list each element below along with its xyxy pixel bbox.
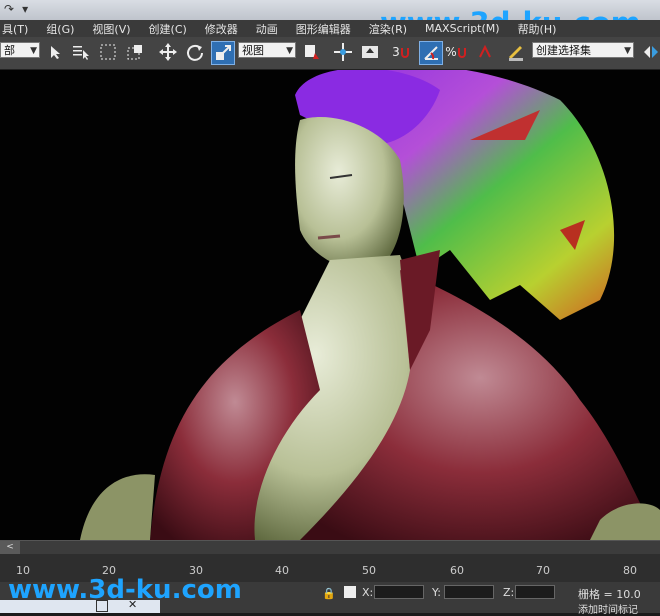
- chevron-down-icon: ▼: [624, 46, 631, 56]
- character-render: [80, 70, 660, 540]
- mirror-icon[interactable]: [640, 41, 660, 63]
- window-crossing-icon[interactable]: [124, 41, 146, 63]
- reference-coordinate-value: 视图: [242, 44, 264, 57]
- selection-filter-value: 部: [4, 44, 15, 57]
- x-label: X:: [362, 586, 374, 599]
- title-bar: ↷ ▾ www.3d-ku.com: [0, 0, 660, 40]
- y-label: Y:: [432, 586, 441, 599]
- spinner-snap-icon[interactable]: [474, 41, 496, 63]
- quick-access-toolbar: ↷ ▾: [4, 2, 28, 16]
- time-slider[interactable]: <: [0, 540, 660, 555]
- snaps-toggle[interactable]: 3: [390, 41, 412, 63]
- menu-maxscript[interactable]: MAXScript(M): [416, 22, 509, 35]
- named-selection-value: 创建选择集: [536, 44, 591, 57]
- absolute-mode-icon[interactable]: [344, 586, 356, 598]
- z-label: Z:: [503, 586, 515, 599]
- selection-filter-dropdown[interactable]: 部 ▼: [0, 42, 40, 58]
- menu-group[interactable]: 组(G): [37, 21, 83, 37]
- reference-coordinate-dropdown[interactable]: 视图 ▼: [238, 42, 296, 58]
- edit-named-selection-icon[interactable]: [505, 41, 527, 63]
- chevron-down-icon: ▼: [30, 46, 37, 56]
- timeline-label: 60: [450, 564, 464, 577]
- dropdown-icon[interactable]: ▾: [22, 2, 28, 16]
- perspective-viewport[interactable]: [0, 70, 660, 540]
- taskbar: ✕: [0, 598, 160, 613]
- menu-bar: 具(T) 组(G) 视图(V) 创建(C) 修改器 动画 图形编辑器 渲染(R)…: [0, 20, 660, 37]
- percent-label: %: [445, 45, 457, 59]
- select-manipulate-icon[interactable]: [332, 41, 354, 63]
- rectangular-selection-icon[interactable]: [97, 41, 119, 63]
- scale-icon[interactable]: [211, 41, 235, 65]
- rotate-icon[interactable]: [184, 41, 206, 63]
- percent-snap-toggle[interactable]: %: [445, 41, 467, 63]
- main-toolbar: 部 ▼ 视图 ▼ 3 % 创建选择集 ▼: [0, 37, 660, 70]
- select-by-name-icon[interactable]: [70, 41, 92, 63]
- grid-readout: 栅格 = 10.0: [578, 588, 641, 601]
- timeline-label: 70: [536, 564, 550, 577]
- pivot-center-icon[interactable]: [300, 41, 322, 63]
- angle-snap-icon[interactable]: [419, 41, 443, 65]
- timeline-label: 40: [275, 564, 289, 577]
- snap-label: 3: [392, 45, 400, 59]
- menu-graph-editors[interactable]: 图形编辑器: [287, 21, 360, 37]
- menu-views[interactable]: 视图(V): [83, 21, 139, 37]
- timeline-label: 80: [623, 564, 637, 577]
- close-icon[interactable]: ✕: [128, 598, 137, 611]
- named-selection-dropdown[interactable]: 创建选择集 ▼: [532, 42, 634, 58]
- y-coordinate-field[interactable]: [444, 585, 494, 599]
- lock-icon[interactable]: 🔒: [322, 587, 336, 600]
- keyboard-shortcut-icon[interactable]: [359, 41, 381, 63]
- add-time-tag-button[interactable]: 添加时间标记: [578, 601, 638, 616]
- status-bar: www.3d-ku.com 🔒 X: Y: Z: 栅格 = 10.0 添加时间标…: [0, 575, 660, 616]
- menu-rendering[interactable]: 渲染(R): [360, 21, 416, 37]
- select-object-icon[interactable]: [44, 41, 66, 63]
- menu-modifiers[interactable]: 修改器: [196, 21, 247, 37]
- menu-animation[interactable]: 动画: [247, 21, 287, 37]
- time-slider-prev-button[interactable]: <: [0, 541, 20, 554]
- timeline-label: 50: [362, 564, 376, 577]
- move-icon[interactable]: [157, 41, 179, 63]
- chevron-down-icon: ▼: [286, 46, 293, 56]
- x-coordinate-field[interactable]: [374, 585, 424, 599]
- menu-create[interactable]: 创建(C): [140, 21, 196, 37]
- redo-icon[interactable]: ↷: [4, 2, 14, 16]
- menu-help[interactable]: 帮助(H): [509, 21, 566, 37]
- z-coordinate-field[interactable]: [515, 585, 555, 599]
- menu-tools[interactable]: 具(T): [0, 21, 37, 37]
- restore-icon[interactable]: [96, 600, 108, 612]
